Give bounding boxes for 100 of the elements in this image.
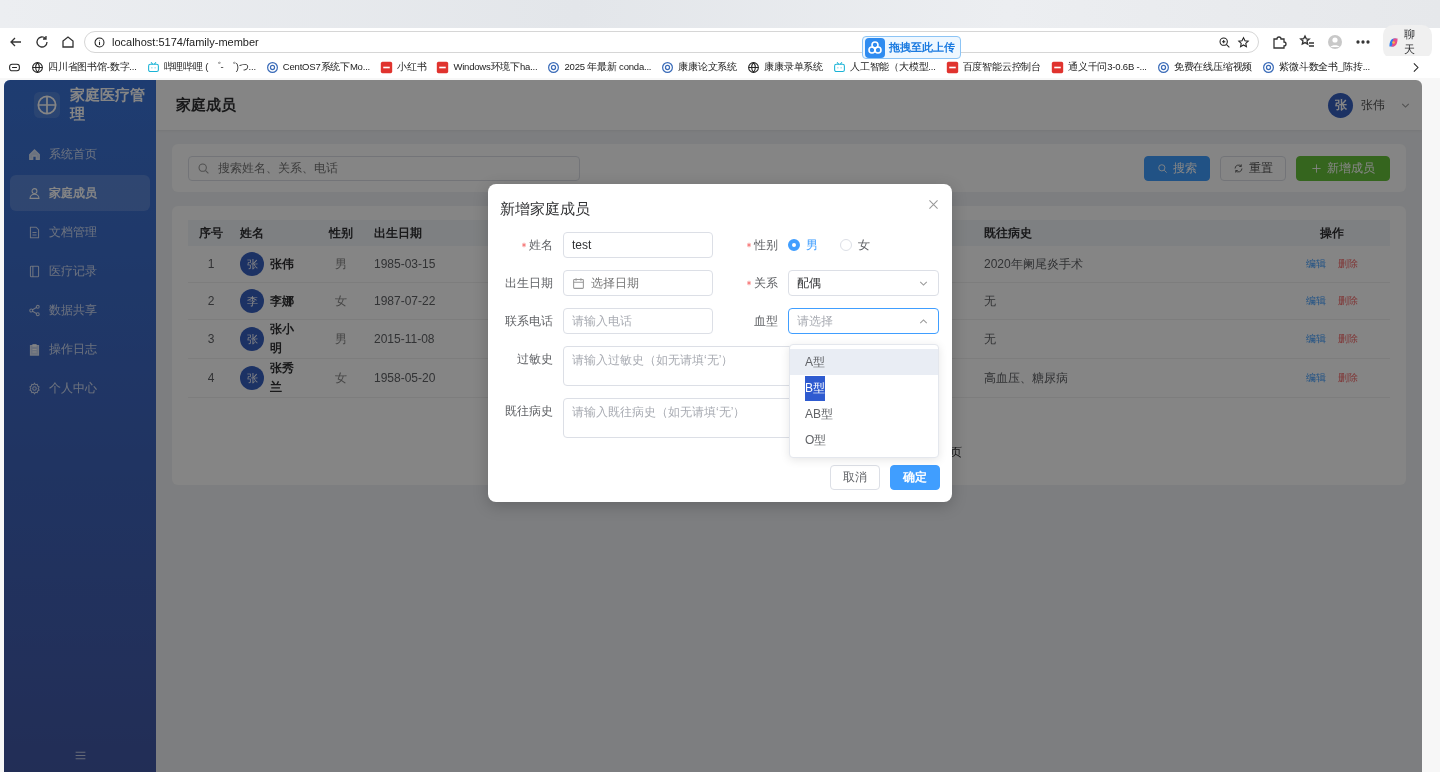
table-cell: 2020年阑尾炎手术 xyxy=(984,255,1083,273)
square-icon xyxy=(436,60,450,74)
home-icon[interactable] xyxy=(60,34,76,50)
dropdown-option[interactable]: AB型 xyxy=(790,401,938,427)
bookmark[interactable]: 哔哩哔哩 ( ゜- ゜)つ... xyxy=(146,60,256,74)
reset-button[interactable]: 重置 xyxy=(1220,155,1286,181)
table-cell: 无 xyxy=(984,330,996,348)
input-field[interactable]: test xyxy=(563,232,713,258)
table-cell: 4 xyxy=(207,371,215,385)
table-cell: 1958-05-20 xyxy=(374,371,436,385)
input-field[interactable]: 请输入电话 xyxy=(563,308,713,334)
table-cell: 男 xyxy=(335,330,347,348)
table-cell: 1987-07-22 xyxy=(374,294,436,308)
search-icon xyxy=(197,161,210,175)
tv-icon xyxy=(832,60,846,74)
field-label: 关系 xyxy=(754,274,778,292)
field-label: 出生日期 xyxy=(505,274,553,292)
column-header: 性别 xyxy=(318,220,364,246)
user-name[interactable]: 张伟 xyxy=(1361,96,1385,114)
globe-icon xyxy=(747,60,761,74)
info-icon[interactable] xyxy=(93,35,106,49)
bookmark[interactable]: 免费在线压缩视频 xyxy=(1156,60,1253,74)
puzzle-icon[interactable] xyxy=(1271,34,1288,50)
table-cell: 高血压、糖尿病 xyxy=(984,369,1068,387)
document-icon xyxy=(28,225,41,239)
close-icon[interactable] xyxy=(927,198,940,211)
required-icon xyxy=(521,242,527,248)
calendar-icon xyxy=(572,276,585,290)
required-icon xyxy=(746,242,752,248)
copilot-icon xyxy=(1387,35,1401,49)
circle-icon xyxy=(1156,60,1170,74)
field-label: 过敏史 xyxy=(517,350,553,368)
select-field[interactable]: 配偶 xyxy=(788,270,939,296)
table-cell: 无 xyxy=(984,292,996,310)
circle-icon xyxy=(265,60,279,74)
avatar: 张 xyxy=(1328,92,1353,118)
table-cell: 2 xyxy=(207,294,215,308)
bookmark[interactable]: Windows环境下ha... xyxy=(436,60,538,74)
bookmark[interactable]: 小红书 xyxy=(380,60,427,74)
dropdown-option[interactable]: A型 xyxy=(790,349,938,375)
field-label: 血型 xyxy=(754,312,778,330)
field-label: 既往病史 xyxy=(505,402,553,420)
table-cell: 2015-11-08 xyxy=(374,332,435,346)
bookmark[interactable]: 人工智能（大模型... xyxy=(832,60,936,74)
share-icon xyxy=(28,303,41,317)
app-title: 家庭医疗管理 xyxy=(70,86,146,124)
table-cell: 女 xyxy=(335,369,347,387)
bookmark[interactable]: 康康论文系统 xyxy=(661,60,738,74)
member-name: 张小明 xyxy=(270,321,295,357)
search-field[interactable]: 搜索姓名、关系、电话 xyxy=(188,155,580,181)
menu-icon[interactable] xyxy=(73,749,87,762)
home-icon xyxy=(28,147,41,161)
date-field[interactable]: 选择日期 xyxy=(563,270,713,296)
plus-icon xyxy=(1311,162,1322,174)
table-cell: 1985-03-15 xyxy=(374,257,436,271)
member-name: 张伟 xyxy=(270,255,295,273)
table-cell: 男 xyxy=(335,255,347,273)
bookmark[interactable]: 四川省图书馆-数字... xyxy=(31,60,137,74)
bookmark[interactable]: 通义千问3-0.6B -... xyxy=(1051,60,1147,74)
circle-icon xyxy=(547,60,561,74)
zoom-icon[interactable] xyxy=(1218,35,1232,49)
circle-icon xyxy=(661,60,675,74)
bookmark[interactable]: 康康录单系统 xyxy=(747,60,823,74)
square-icon xyxy=(1051,60,1065,74)
tv-icon xyxy=(146,60,160,74)
refresh-icon xyxy=(1233,162,1244,174)
favorites-icon[interactable] xyxy=(1299,34,1316,50)
table-cell: 3 xyxy=(207,332,215,346)
star-icon[interactable] xyxy=(1237,35,1251,49)
globe-icon xyxy=(31,60,44,74)
table-cell: 女 xyxy=(335,292,347,310)
column-header: 操作 xyxy=(1274,220,1390,246)
dialog-title: 新增家庭成员 xyxy=(500,200,590,219)
avatar: 张 xyxy=(240,366,264,390)
square-icon xyxy=(380,60,394,74)
field-label: 联系电话 xyxy=(505,312,553,330)
member-name: 张秀兰 xyxy=(270,360,295,396)
avatar: 李 xyxy=(240,289,264,313)
upload-badge[interactable]: 拖拽至此上传 xyxy=(862,36,961,59)
column-header: 姓名 xyxy=(234,220,318,246)
bookmark[interactable]: 紫微斗数全书_陈抟... xyxy=(1262,60,1370,74)
column-header: 序号 xyxy=(188,220,234,246)
cancel-button[interactable]: 取消 xyxy=(830,465,880,490)
settings-icon xyxy=(28,381,41,395)
table-cell: 1 xyxy=(207,257,215,271)
search-input[interactable]: 搜索姓名、关系、电话 xyxy=(216,160,571,176)
bookmark[interactable]: 2025 年最新 conda... xyxy=(547,60,652,74)
user-icon xyxy=(28,186,41,200)
square-icon xyxy=(945,60,959,74)
column-header: 既往病史 xyxy=(974,220,1274,246)
member-name: 李娜 xyxy=(270,292,295,310)
pagination-text: 页 xyxy=(950,445,962,459)
refresh-icon[interactable] xyxy=(34,34,50,50)
page-title: 家庭成员 xyxy=(176,95,236,115)
bookmark[interactable]: 百度智能云控制台 xyxy=(945,60,1042,74)
bookmark[interactable]: CentOS7系统下Mo... xyxy=(265,60,371,74)
book-icon xyxy=(28,264,41,278)
date-input[interactable]: 选择日期 xyxy=(591,276,704,290)
clipboard-icon xyxy=(28,342,41,356)
chat-button[interactable]: 聊天 xyxy=(1383,25,1432,59)
